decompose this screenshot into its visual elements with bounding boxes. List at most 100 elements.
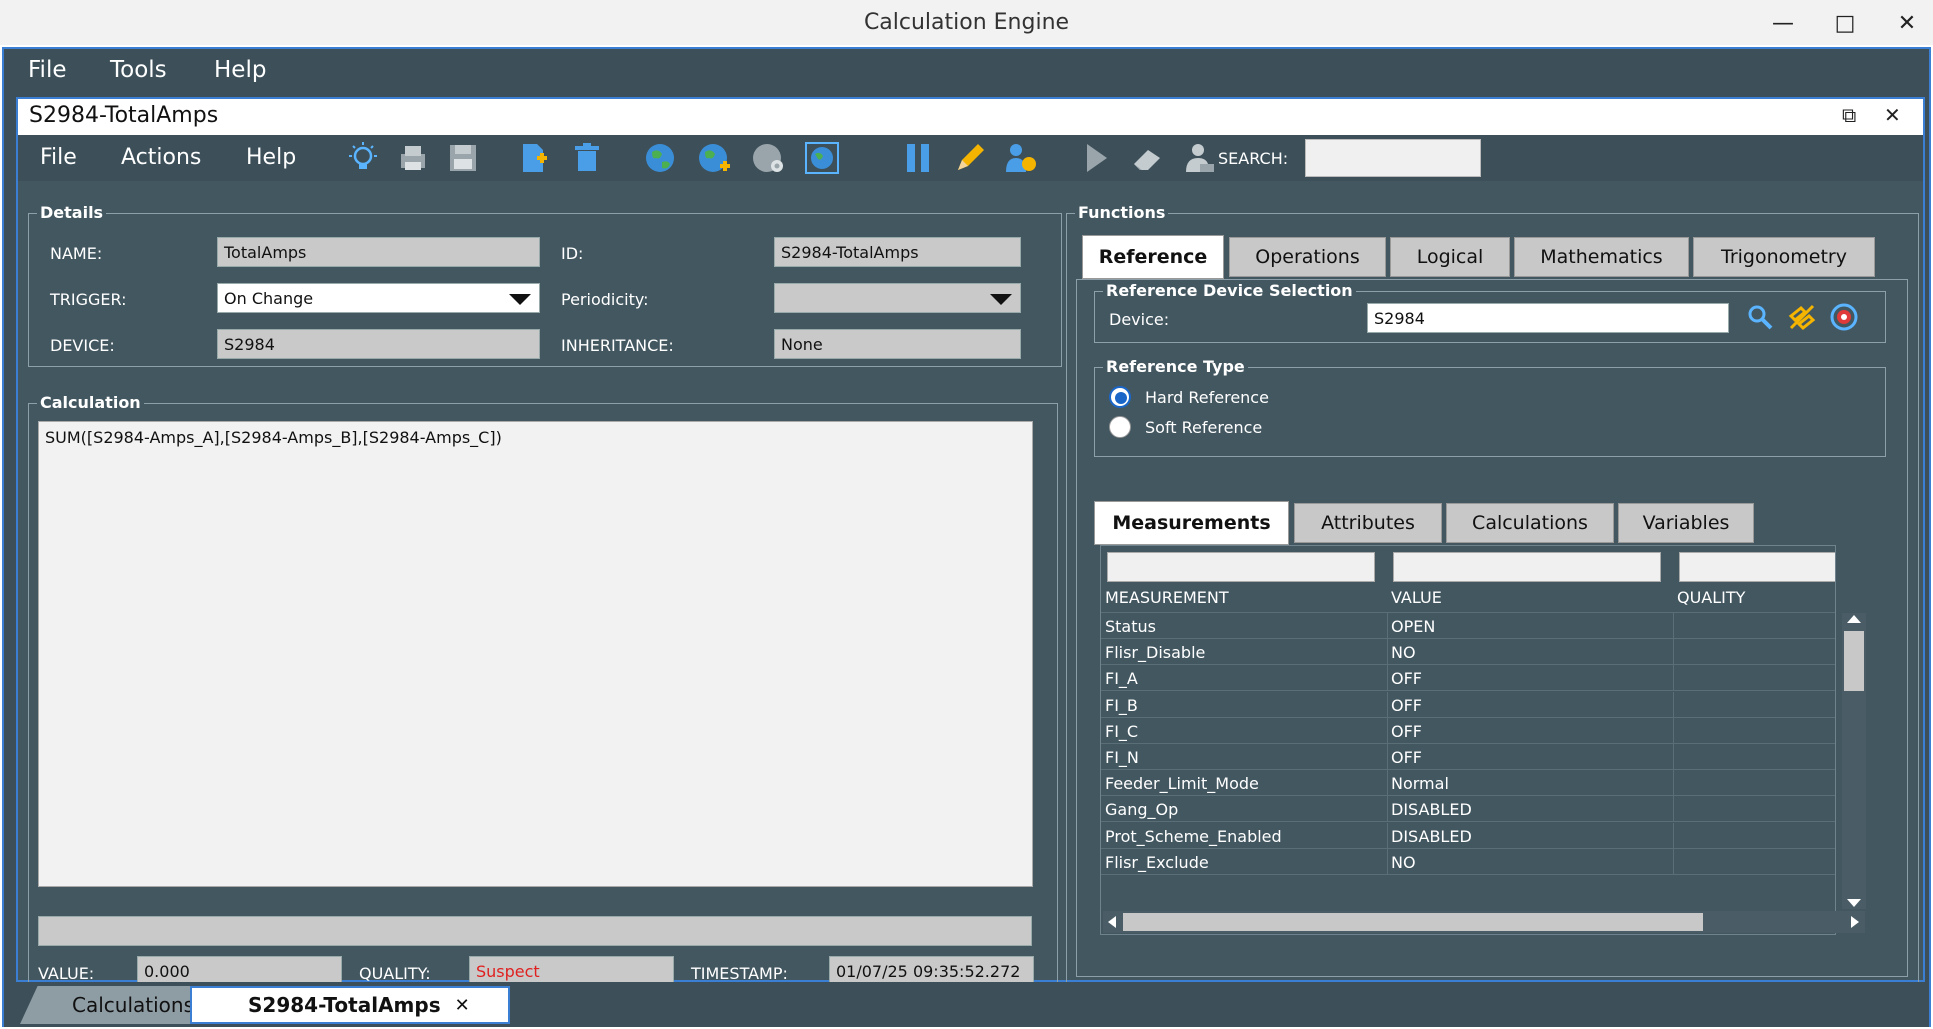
delete-icon[interactable] bbox=[567, 139, 607, 177]
scroll-up-icon[interactable] bbox=[1847, 615, 1861, 623]
edit-icon[interactable] bbox=[950, 139, 990, 177]
horizontal-scroll-thumb[interactable] bbox=[1123, 913, 1703, 931]
details-group: Details NAME: TotalAmps ID: S2984-TotalA… bbox=[28, 203, 1062, 367]
document-titlebar: S2984-TotalAmps ⧉ ✕ bbox=[18, 99, 1923, 135]
formula-editor[interactable]: SUM([S2984-Amps_A],[S2984-Amps_B],[S2984… bbox=[38, 421, 1033, 887]
value-cell: OPEN bbox=[1391, 617, 1436, 636]
globe-add-icon[interactable] bbox=[694, 139, 734, 177]
user-settings-icon[interactable] bbox=[1180, 139, 1220, 177]
main-menubar: File Tools Help bbox=[4, 49, 1929, 95]
trigger-label: TRIGGER: bbox=[50, 290, 127, 309]
trigger-dropdown[interactable]: On Change bbox=[217, 283, 540, 313]
column-separator bbox=[1673, 848, 1674, 874]
vertical-scroll-thumb[interactable] bbox=[1844, 631, 1864, 691]
table-row[interactable]: Prot_Scheme_Enabled DISABLED bbox=[1101, 822, 1835, 849]
soft-reference-radio[interactable] bbox=[1109, 416, 1131, 438]
scroll-left-icon[interactable] bbox=[1108, 916, 1116, 928]
column-separator bbox=[1387, 796, 1388, 822]
save-icon[interactable] bbox=[443, 139, 483, 177]
doc-menu-actions[interactable]: Actions bbox=[121, 145, 201, 170]
tab-operations[interactable]: Operations bbox=[1229, 237, 1386, 277]
close-button[interactable]: ✕ bbox=[1890, 6, 1924, 40]
ref-device-field[interactable]: S2984 bbox=[1367, 303, 1729, 333]
measurement-cell: FI_N bbox=[1105, 748, 1139, 767]
restore-icon[interactable]: ⧉ bbox=[1842, 103, 1856, 127]
close-document-icon[interactable]: ✕ bbox=[1884, 103, 1901, 127]
eraser-icon[interactable] bbox=[1128, 139, 1168, 177]
table-row[interactable]: Flisr_Disable NO bbox=[1101, 639, 1835, 666]
lightbulb-icon[interactable] bbox=[343, 139, 383, 177]
value-cell: OFF bbox=[1391, 721, 1422, 741]
value-cell: DISABLED bbox=[1391, 826, 1472, 846]
tab-trigonometry[interactable]: Trigonometry bbox=[1693, 237, 1875, 277]
table-row[interactable]: FI_B OFF bbox=[1101, 691, 1835, 718]
hard-reference-radio[interactable] bbox=[1109, 386, 1131, 408]
tab-variables[interactable]: Variables bbox=[1618, 503, 1754, 543]
search-icon[interactable] bbox=[1745, 302, 1775, 332]
table-row[interactable]: Feeder_Limit_Mode Normal bbox=[1101, 770, 1835, 797]
pause-icon[interactable] bbox=[898, 139, 938, 177]
minimize-button[interactable]: — bbox=[1766, 6, 1800, 40]
name-field[interactable]: TotalAmps bbox=[217, 237, 540, 267]
table-row[interactable]: Gang_Op DISABLED bbox=[1101, 796, 1835, 823]
id-field[interactable]: S2984-TotalAmps bbox=[774, 237, 1021, 267]
tab-attributes[interactable]: Attributes bbox=[1294, 503, 1442, 543]
quality-label: QUALITY: bbox=[359, 964, 431, 983]
measurement-cell: FI_A bbox=[1105, 669, 1138, 689]
table-row[interactable]: Status OPEN bbox=[1101, 613, 1835, 639]
value-filter-input[interactable] bbox=[1393, 552, 1661, 582]
maximize-button[interactable]: □ bbox=[1828, 6, 1862, 40]
tab-reference[interactable]: Reference bbox=[1082, 235, 1224, 279]
doc-tab-calculations-label: Calculations bbox=[72, 993, 194, 1017]
document-window: S2984-TotalAmps ⧉ ✕ File Actions Help SE… bbox=[16, 97, 1925, 986]
user-info-icon[interactable] bbox=[1000, 139, 1040, 177]
globe-settings-icon[interactable] bbox=[748, 139, 788, 177]
device-label: DEVICE: bbox=[50, 336, 115, 355]
globe-icon[interactable] bbox=[640, 139, 680, 177]
doc-tab-current[interactable]: S2984-TotalAmps ✕ bbox=[190, 986, 510, 1024]
close-tab-icon[interactable]: ✕ bbox=[455, 995, 470, 1016]
column-header-quality[interactable]: QUALITY bbox=[1677, 588, 1745, 607]
close-icon: ✕ bbox=[1897, 10, 1917, 36]
tab-logical[interactable]: Logical bbox=[1390, 237, 1510, 277]
tab-mathematics[interactable]: Mathematics bbox=[1514, 237, 1689, 277]
maximize-icon: □ bbox=[1834, 10, 1856, 36]
measurement-filter-input[interactable] bbox=[1107, 552, 1375, 582]
column-separator bbox=[1673, 665, 1674, 691]
tab-calculations[interactable]: Calculations bbox=[1446, 503, 1614, 543]
scroll-right-icon[interactable] bbox=[1851, 916, 1859, 928]
target-icon[interactable] bbox=[1829, 302, 1859, 332]
new-document-icon[interactable] bbox=[513, 139, 553, 177]
doc-menu-file[interactable]: File bbox=[40, 145, 77, 170]
table-row[interactable]: Flisr_Exclude NO bbox=[1101, 848, 1835, 875]
print-icon[interactable] bbox=[393, 139, 433, 177]
column-separator bbox=[1673, 691, 1674, 717]
search-input[interactable] bbox=[1305, 139, 1481, 177]
globe-view-icon[interactable] bbox=[802, 139, 842, 177]
device-field[interactable]: S2984 bbox=[217, 329, 540, 359]
column-separator bbox=[1387, 691, 1388, 717]
play-icon[interactable] bbox=[1076, 139, 1116, 177]
calculation-group-label: Calculation bbox=[37, 393, 144, 412]
reference-device-group-label: Reference Device Selection bbox=[1103, 281, 1356, 300]
menu-help[interactable]: Help bbox=[214, 57, 266, 83]
table-row[interactable]: FI_N OFF bbox=[1101, 744, 1835, 770]
measurement-cell: Gang_Op bbox=[1105, 800, 1179, 820]
menu-tools[interactable]: Tools bbox=[110, 57, 167, 83]
column-header-measurement[interactable]: MEASUREMENT bbox=[1105, 588, 1229, 607]
table-row[interactable]: FI_A OFF bbox=[1101, 665, 1835, 692]
quality-filter-input[interactable] bbox=[1679, 552, 1835, 582]
menu-file[interactable]: File bbox=[28, 57, 67, 83]
column-header-value[interactable]: VALUE bbox=[1391, 588, 1442, 607]
inheritance-field[interactable]: None bbox=[774, 329, 1021, 359]
doc-menu-help[interactable]: Help bbox=[246, 145, 296, 170]
horizontal-scrollbar[interactable] bbox=[1103, 911, 1865, 933]
periodicity-dropdown[interactable] bbox=[774, 283, 1021, 313]
clear-link-icon[interactable] bbox=[1787, 302, 1817, 332]
hard-reference-label: Hard Reference bbox=[1145, 388, 1269, 407]
vertical-scrollbar[interactable] bbox=[1842, 613, 1866, 909]
document-title: S2984-TotalAmps bbox=[29, 103, 219, 128]
table-row[interactable]: FI_C OFF bbox=[1101, 717, 1835, 744]
tab-measurements[interactable]: Measurements bbox=[1094, 501, 1289, 545]
scroll-down-icon[interactable] bbox=[1847, 899, 1861, 907]
